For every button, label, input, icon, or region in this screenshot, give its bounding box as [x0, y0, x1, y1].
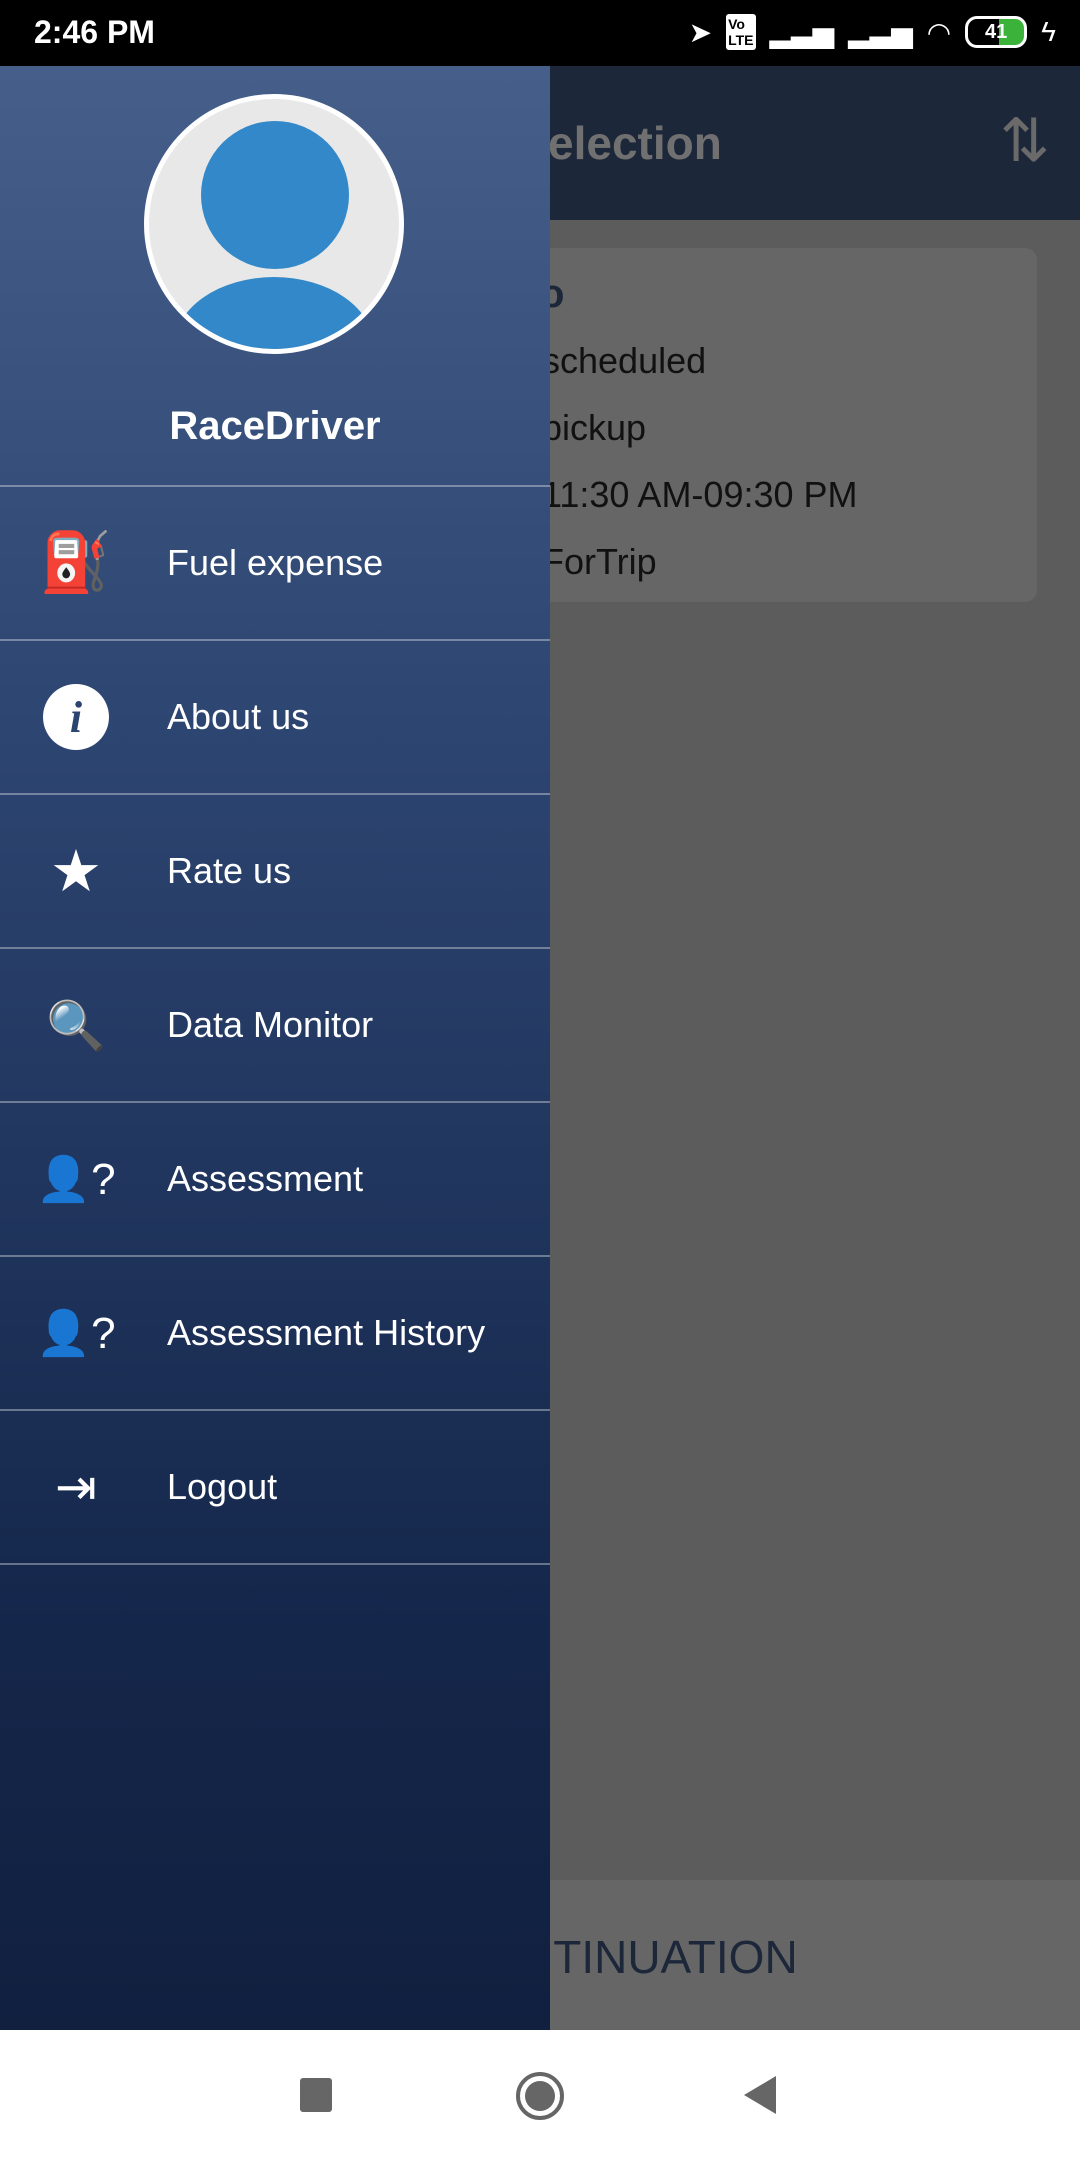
- back-button[interactable]: [744, 2076, 776, 2114]
- trip-type: pickup: [542, 407, 647, 448]
- menu-label: Logout: [167, 1466, 278, 1507]
- signal-icon: ▂▃▅: [769, 16, 835, 48]
- status-time: 2:46 PM: [34, 14, 155, 50]
- menu-item-rate-us[interactable]: ★ Rate us: [0, 795, 550, 949]
- user-question-icon: 👤?: [36, 1309, 116, 1358]
- menu-label: About us: [167, 696, 310, 737]
- navigation-drawer: RaceDriver ⛽ Fuel expense i About us ★ Rate…: [0, 66, 550, 2030]
- system-nav-bar: [0, 2030, 1080, 2160]
- menu-label: Assessment: [167, 1158, 364, 1199]
- charging-icon: ϟ: [1041, 16, 1056, 47]
- sync-icon[interactable]: ⇅: [1000, 106, 1050, 176]
- menu-item-about-us[interactable]: i About us: [0, 641, 550, 795]
- wifi-icon: ◠: [926, 16, 952, 48]
- menu-label: Data Monitor: [167, 1004, 374, 1045]
- trip-time: 11:30 AM-09:30 PM: [542, 474, 858, 515]
- menu-item-logout[interactable]: ⇥ Logout: [0, 1411, 550, 1565]
- user-name: RaceDriver: [169, 404, 381, 448]
- continue-label: NTINUATION: [520, 1931, 798, 1983]
- home-button[interactable]: [516, 2072, 564, 2120]
- status-bar: 2:46 PM ➤ Vo LTE ▂▃▅ ▂▃▅ ◠ 41 ϟ: [0, 0, 1080, 66]
- logout-icon: ⇥: [55, 1459, 97, 1515]
- data-monitor-icon: 🔍: [46, 999, 106, 1053]
- menu-item-data-monitor[interactable]: 🔍 Data Monitor: [0, 949, 550, 1103]
- menu-label: Rate us: [167, 850, 292, 891]
- info-icon: i: [36, 677, 116, 757]
- trip-card[interactable]: o scheduled pickup 11:30 AM-09:30 PM For…: [480, 248, 1037, 602]
- menu-label: Fuel expense: [167, 542, 384, 583]
- battery-icon: 41: [965, 16, 1028, 48]
- user-question-icon: 👤?: [36, 1155, 116, 1204]
- volte-icon: Vo LTE: [726, 14, 756, 50]
- signal-icon: ▂▃▅: [848, 16, 913, 48]
- trip-purpose: ForTrip: [542, 541, 657, 582]
- menu-item-fuel-expense[interactable]: ⛽ Fuel expense: [0, 487, 550, 641]
- menu-item-assessment[interactable]: 👤? Assessment: [0, 1103, 550, 1257]
- continue-button[interactable]: NTINUATION: [480, 1880, 1080, 2030]
- menu-label: Assessment History: [167, 1312, 486, 1353]
- menu-item-assessment-history[interactable]: 👤? Assessment History: [0, 1257, 550, 1411]
- recents-button[interactable]: [300, 2078, 332, 2112]
- star-icon: ★: [50, 839, 102, 904]
- location-arrow-icon: ➤: [688, 16, 713, 48]
- trip-status: scheduled: [542, 340, 707, 381]
- avatar: [144, 94, 404, 354]
- fuel-pump-icon: ⛽: [39, 530, 113, 595]
- page-title: election: [548, 117, 722, 169]
- battery-level: 41: [985, 20, 1008, 43]
